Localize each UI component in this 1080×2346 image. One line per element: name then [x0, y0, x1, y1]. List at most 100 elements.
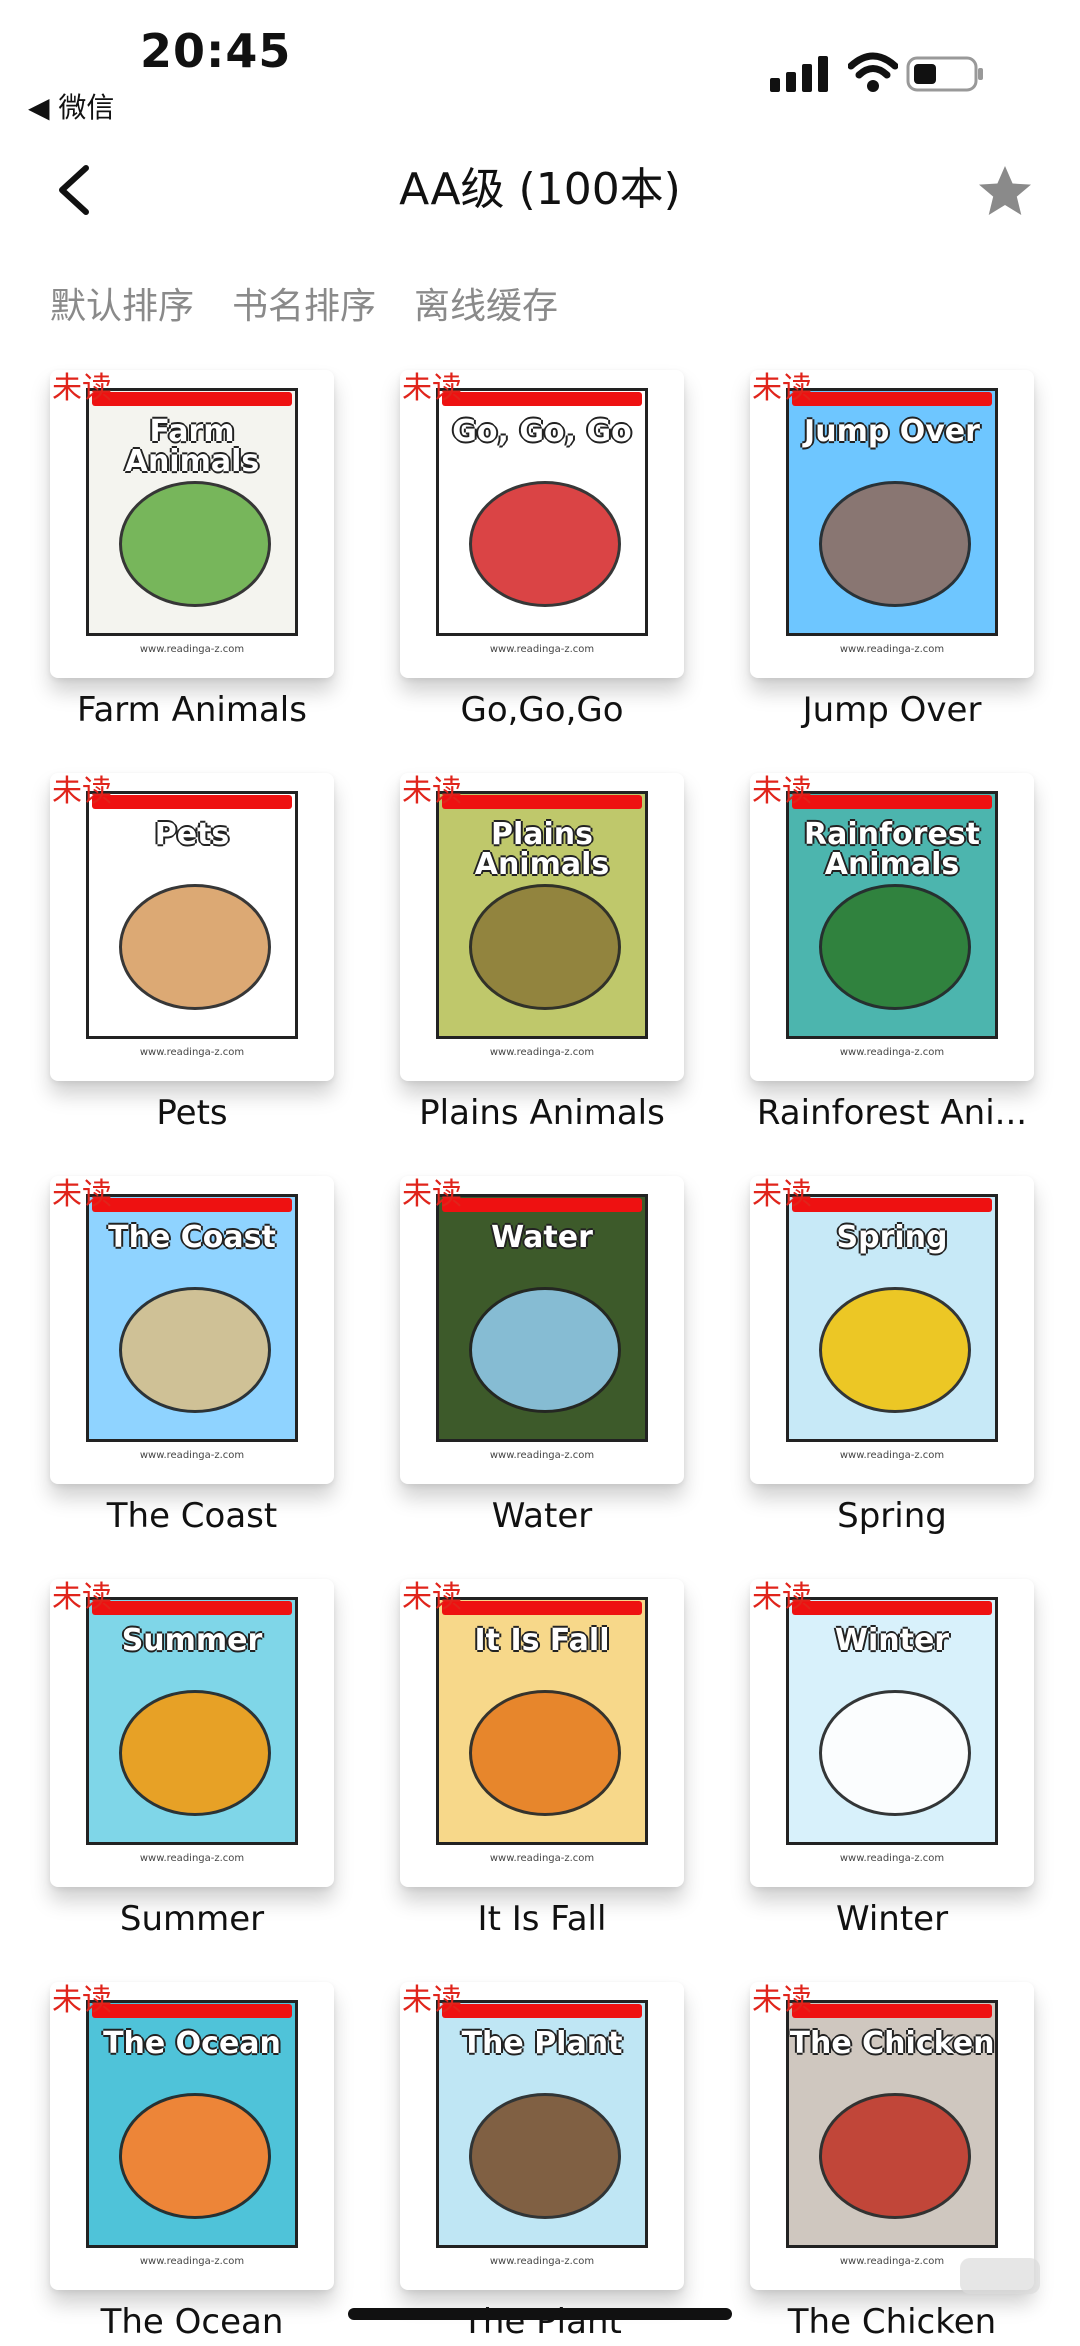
leveled-book-band	[92, 1198, 292, 1212]
book-cover-card[interactable]: It Is Fall www.readinga-z.com 未读	[400, 1579, 684, 1887]
leveled-book-band	[792, 1601, 992, 1615]
cover-title-text: Jump Over	[804, 414, 980, 449]
book-cover-card[interactable]: Spring www.readinga-z.com 未读	[750, 1176, 1034, 1484]
book-title-label[interactable]: Summer	[22, 1895, 362, 1943]
book-cover-image: Farm Animals	[86, 388, 298, 636]
book-cover-image: Rainforest Animals	[786, 791, 998, 1039]
unread-badge: 未读	[752, 1177, 812, 1212]
cover-illustration	[819, 884, 971, 1010]
book-cover-image: The Coast	[86, 1194, 298, 1442]
book-cover-card[interactable]: The Ocean www.readinga-z.com 未读	[50, 1982, 334, 2290]
leveled-book-band	[442, 392, 642, 406]
book-title-label[interactable]: Jump Over	[722, 686, 1062, 734]
back-to-wechat-link[interactable]: ◀ 微信	[28, 86, 114, 126]
leveled-book-band	[792, 2004, 992, 2018]
cover-illustration	[119, 2093, 271, 2219]
leveled-book-band	[92, 2004, 292, 2018]
book-cover-card[interactable]: Pets www.readinga-z.com 未读	[50, 773, 334, 1081]
book-cover-image: Pets	[86, 791, 298, 1039]
cover-illustration	[469, 481, 621, 607]
book-cover-card[interactable]: Water www.readinga-z.com 未读	[400, 1176, 684, 1484]
book-cover-card[interactable]: Summer www.readinga-z.com 未读	[50, 1579, 334, 1887]
book-cover-card[interactable]: The Chicken www.readinga-z.com 未读	[750, 1982, 1034, 2290]
cover-illustration	[469, 1690, 621, 1816]
book-cover-image: Plains Animals	[436, 791, 648, 1039]
book-title-label[interactable]: It Is Fall	[372, 1895, 712, 1943]
unread-badge: 未读	[52, 371, 112, 406]
leveled-book-band	[442, 1601, 642, 1615]
book-title-label[interactable]: Spring	[722, 1492, 1062, 1540]
cover-illustration	[119, 1690, 271, 1816]
book-title-label[interactable]: Go,Go,Go	[372, 686, 712, 734]
cover-illustration	[819, 1287, 971, 1413]
cellular-signal-icon	[770, 56, 828, 92]
cover-site-text: www.readinga-z.com	[839, 1450, 945, 1461]
unread-badge: 未读	[402, 371, 462, 406]
book-title-label[interactable]: Rainforest Ani...	[722, 1089, 1062, 1137]
cover-illustration	[469, 1287, 621, 1413]
cover-site-text: www.readinga-z.com	[139, 2256, 245, 2267]
book-cover-card[interactable]: Jump Over www.readinga-z.com 未读	[750, 370, 1034, 678]
book-cover-image: Spring	[786, 1194, 998, 1442]
leveled-book-band	[442, 795, 642, 809]
unread-badge: 未读	[752, 1983, 812, 2018]
book-cover-card[interactable]: Go, Go, Go www.readinga-z.com 未读	[400, 370, 684, 678]
book-title-label[interactable]: The Coast	[22, 1492, 362, 1540]
cover-site-text: www.readinga-z.com	[489, 644, 595, 655]
cover-site-text: www.readinga-z.com	[839, 1047, 945, 1058]
unread-badge: 未读	[752, 774, 812, 809]
book-cover-card[interactable]: Rainforest Animals www.readinga-z.com 未读	[750, 773, 1034, 1081]
book-title-label[interactable]: Winter	[722, 1895, 1062, 1943]
book-cover-image: Water	[436, 1194, 648, 1442]
cover-site-text: www.readinga-z.com	[139, 1853, 245, 1864]
book-cover-image: It Is Fall	[436, 1597, 648, 1845]
book-title-label[interactable]: Plains Animals	[372, 1089, 712, 1137]
wifi-icon	[848, 52, 898, 92]
book-cover-image: The Ocean	[86, 2000, 298, 2248]
book-cover-card[interactable]: The Coast www.readinga-z.com 未读	[50, 1176, 334, 1484]
tab-title-sort[interactable]: 书名排序	[232, 282, 376, 332]
tab-default-sort[interactable]: 默认排序	[50, 282, 194, 332]
book-title-label[interactable]: The Ocean	[22, 2298, 362, 2346]
cover-title-text: Summer	[121, 1623, 263, 1658]
cover-title-text: It Is Fall	[474, 1623, 610, 1658]
cover-title-text: Go, Go, Go	[452, 414, 632, 449]
cover-title-text: The Coast	[108, 1220, 276, 1255]
cover-illustration	[119, 884, 271, 1010]
book-title-label[interactable]: Pets	[22, 1089, 362, 1137]
cover-illustration	[119, 1287, 271, 1413]
book-cover-card[interactable]: Plains Animals www.readinga-z.com 未读	[400, 773, 684, 1081]
book-cover-image: Winter	[786, 1597, 998, 1845]
cover-title-text: The Chicken	[789, 2026, 995, 2061]
book-title-label[interactable]: Water	[372, 1492, 712, 1540]
book-title-label[interactable]: The Chicken	[722, 2298, 1062, 2346]
home-indicator	[348, 2308, 732, 2320]
book-title-label[interactable]: Farm Animals	[22, 686, 362, 734]
leveled-book-band	[792, 1198, 992, 1212]
book-cover-image: Summer	[86, 1597, 298, 1845]
tab-offline-cache[interactable]: 离线缓存	[414, 282, 558, 332]
cover-site-text: www.readinga-z.com	[839, 1853, 945, 1864]
unread-badge: 未读	[52, 774, 112, 809]
unread-badge: 未读	[402, 774, 462, 809]
cover-title-text: Rainforest Animals	[804, 817, 980, 882]
book-title-label[interactable]: The Plant	[372, 2298, 712, 2346]
book-cover-card[interactable]: Winter www.readinga-z.com 未读	[750, 1579, 1034, 1887]
cover-site-text: www.readinga-z.com	[489, 1853, 595, 1864]
unread-badge: 未读	[402, 1177, 462, 1212]
status-bar: 20:45 ◀ 微信	[0, 0, 1080, 140]
book-cover-card[interactable]: Farm Animals www.readinga-z.com 未读	[50, 370, 334, 678]
leveled-book-band	[442, 1198, 642, 1212]
battery-icon	[906, 56, 983, 92]
cover-illustration	[819, 1690, 971, 1816]
book-cover-card[interactable]: The Plant www.readinga-z.com 未读	[400, 1982, 684, 2290]
book-cover-image: The Plant	[436, 2000, 648, 2248]
watermark	[960, 2258, 1040, 2294]
cover-title-text: Spring	[836, 1220, 948, 1255]
unread-badge: 未读	[52, 1983, 112, 2018]
cover-site-text: www.readinga-z.com	[139, 1047, 245, 1058]
page-title: AA级 (100本)	[399, 164, 681, 215]
cover-title-text: Farm Animals	[124, 414, 260, 479]
leveled-book-band	[792, 795, 992, 809]
favorite-star-icon[interactable]	[975, 162, 1035, 222]
